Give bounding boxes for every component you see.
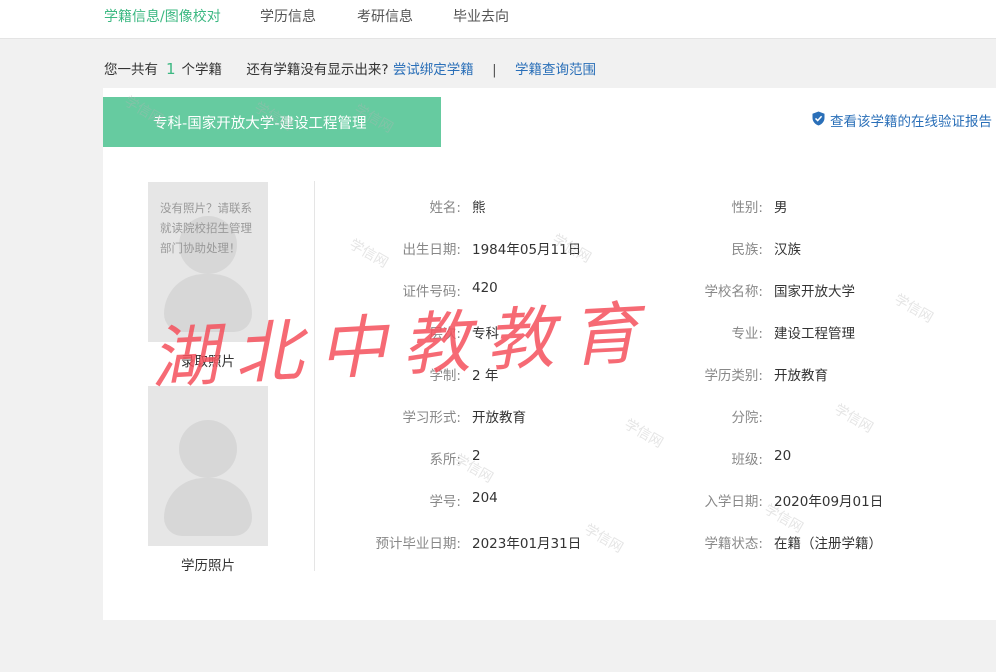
degree-photo-caption: 学历照片 (181, 558, 235, 574)
field-value-enrollment-date: 2020年09月01日 (774, 494, 884, 510)
field-label-level: 层次: (429, 326, 461, 342)
divider (314, 181, 315, 571)
link-separator: | (492, 62, 497, 78)
field-value-education-type: 开放教育 (774, 368, 828, 384)
record-count: 1 (166, 60, 176, 78)
summary-suffix: 个学籍 (181, 62, 223, 78)
field-label-student-number: 学号: (429, 494, 461, 510)
degree-photo (148, 386, 268, 546)
tab-degree-info[interactable]: 学历信息 (260, 6, 316, 26)
field-label-birthdate: 出生日期: (402, 242, 461, 258)
field-value-major: 建设工程管理 (774, 326, 855, 342)
site-watermark: 学信网 (346, 236, 391, 272)
field-value-level: 专科 (472, 326, 499, 342)
verify-report-link[interactable]: 查看该学籍的在线验证报告 (812, 110, 992, 130)
record-card: 专科-国家开放大学-建设工程管理 查看该学籍的在线验证报告 没有照片？请联系就读… (103, 88, 996, 620)
record-tab-title: 专科-国家开放大学-建设工程管理 (153, 115, 367, 132)
top-nav: 学籍信息/图像校对 学历信息 考研信息 毕业去向 (0, 0, 996, 39)
summary-prefix: 您一共有 (104, 62, 158, 78)
field-label-enrollment-date: 入学日期: (704, 494, 763, 510)
field-label-education-type: 学历类别: (704, 368, 763, 384)
tab-graduation-destination[interactable]: 毕业去向 (453, 6, 509, 26)
field-label-duration: 学制: (429, 368, 461, 384)
field-label-branch: 分院: (731, 410, 763, 426)
admission-photo: 没有照片？请联系就读院校招生管理部门协助处理！ (148, 182, 268, 342)
field-value-status: 在籍（注册学籍） (774, 536, 882, 552)
bind-record-link[interactable]: 尝试绑定学籍 (393, 62, 474, 78)
field-value-birthdate: 1984年05月11日 (472, 242, 582, 258)
field-value-duration: 2 年 (472, 368, 499, 384)
field-label-ethnicity: 民族: (731, 242, 763, 258)
field-value-gender: 男 (774, 200, 788, 216)
field-label-study-form: 学习形式: (402, 410, 461, 426)
no-photo-message: 没有照片？请联系就读院校招生管理部门协助处理！ (160, 201, 252, 255)
site-watermark: 学信网 (831, 401, 876, 437)
avatar-placeholder-head (179, 420, 237, 478)
record-summary: 您一共有 1 个学籍 还有学籍没有显示出来? 尝试绑定学籍 | 学籍查询范围 (104, 58, 596, 78)
record-tab[interactable]: 专科-国家开放大学-建设工程管理 (103, 97, 441, 147)
field-label-expected-graduation: 预计毕业日期: (375, 536, 461, 552)
admission-photo-caption: 录取照片 (181, 354, 235, 370)
field-value-student-number: 204 (472, 490, 498, 506)
avatar-placeholder-body (164, 274, 252, 332)
site-watermark: 学信网 (581, 521, 626, 557)
avatar-placeholder-body (164, 478, 252, 536)
field-value-study-form: 开放教育 (472, 410, 526, 426)
field-value-ethnicity: 汉族 (774, 242, 801, 258)
shield-check-icon (812, 111, 825, 130)
tab-postgrad-info[interactable]: 考研信息 (357, 6, 413, 26)
field-label-id-number: 证件号码: (402, 284, 461, 300)
field-label-school: 学校名称: (704, 284, 763, 300)
field-label-name: 姓名: (429, 200, 461, 216)
field-label-major: 专业: (731, 326, 763, 342)
tab-enrollment-info[interactable]: 学籍信息/图像校对 (104, 6, 221, 26)
field-label-department: 系所: (429, 452, 461, 468)
field-label-gender: 性别: (731, 200, 763, 216)
field-value-department: 2 (472, 448, 481, 464)
field-label-class: 班级: (731, 452, 763, 468)
field-value-name: 熊 (472, 200, 486, 216)
field-value-class: 20 (774, 448, 792, 464)
site-watermark: 学信网 (621, 416, 666, 452)
field-label-status: 学籍状态: (704, 536, 763, 552)
field-value-id-number: 420 (472, 280, 498, 296)
site-watermark: 学信网 (891, 291, 936, 327)
field-value-expected-graduation: 2023年01月31日 (472, 536, 582, 552)
missing-question: 还有学籍没有显示出来? (246, 62, 389, 78)
verify-report-label: 查看该学籍的在线验证报告 (830, 114, 992, 130)
query-scope-link[interactable]: 学籍查询范围 (515, 62, 596, 78)
field-value-school: 国家开放大学 (774, 284, 855, 300)
